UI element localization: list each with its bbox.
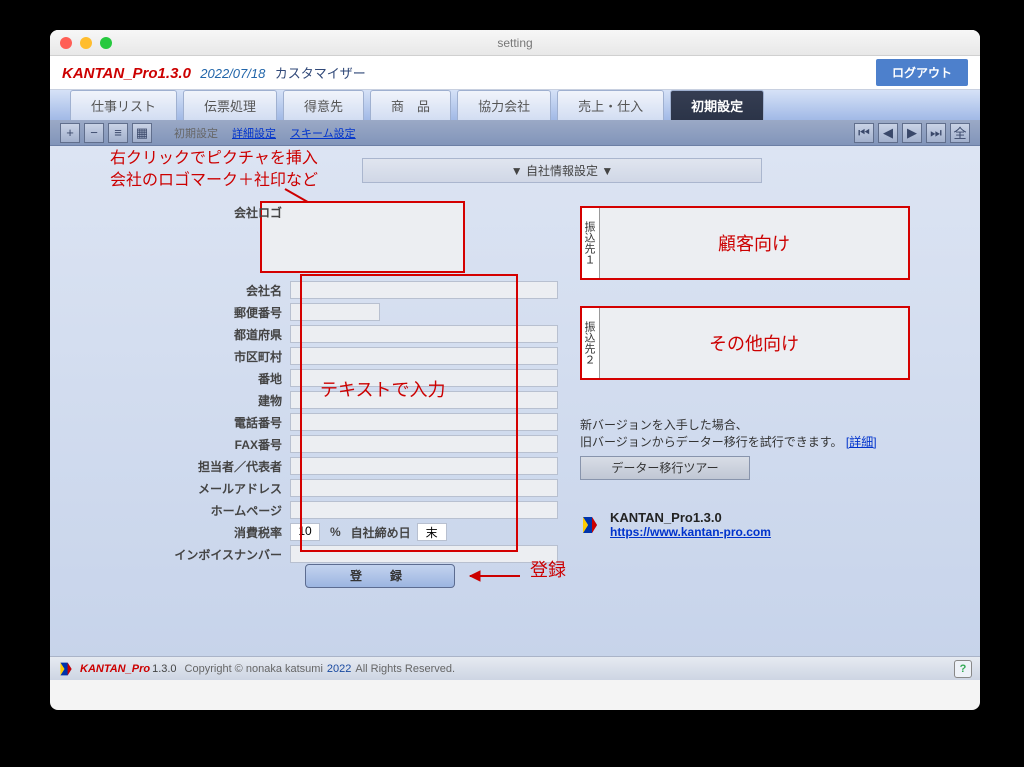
hp-label: ホームページ — [90, 502, 290, 519]
app-date: 2022/07/18 — [200, 66, 265, 81]
main-canvas: 右クリックでピクチャを挿入 会社のロゴマーク＋社印など ▼ 自社情報設定 ▼ 会… — [50, 146, 980, 680]
company-logo-field[interactable] — [260, 201, 465, 273]
toolbar-add-button[interactable]: + — [60, 123, 80, 143]
bank2-desc: その他向け — [600, 308, 908, 378]
tax-field[interactable]: 10 — [290, 523, 320, 541]
fax-field[interactable] — [290, 435, 558, 453]
footer: KANTAN_Pro 1.3.0 Copyright © nonaka kats… — [50, 656, 980, 680]
migration-info: 新バージョンを入手した場合、 旧バージョンからデーター移行を試行できます。 [詳… — [580, 416, 877, 539]
product-logo-icon — [580, 515, 600, 535]
toolbar-grid-button[interactable]: ▦ — [132, 123, 152, 143]
tab-slip[interactable]: 伝票処理 — [183, 90, 277, 120]
toolbar: + − ≡ ▦ 初期設定 詳細設定 スキーム設定 ⏮ ◀ ▶ ⏭ 全 — [50, 120, 980, 146]
footer-copy2: All Rights Reserved. — [355, 663, 455, 675]
product-url-link[interactable]: https://www.kantan-pro.com — [610, 525, 771, 539]
logo-label: 会社ロゴ — [90, 204, 290, 221]
breadcrumb: 初期設定 — [174, 125, 218, 141]
migration-line2: 旧バージョンからデーター移行を試行できます。 — [580, 435, 843, 449]
register-button[interactable]: 登 録 — [305, 564, 455, 588]
closing-field[interactable]: 末 — [417, 523, 447, 541]
footer-copy1: Copyright © nonaka katsumi — [185, 663, 323, 675]
tab-bar: 仕事リスト 伝票処理 得意先 商 品 協力会社 売上・仕入 初期設定 — [50, 90, 980, 120]
pref-label: 都道府県 — [90, 326, 290, 343]
addr-field[interactable] — [290, 369, 558, 387]
bank-slot-1[interactable]: 振込先１ 顧客向け — [580, 206, 910, 280]
migration-tour-button[interactable]: データー移行ツアー — [580, 456, 750, 480]
email-label: メールアドレス — [90, 480, 290, 497]
migration-detail-link[interactable]: [詳細] — [846, 435, 877, 449]
tax-unit: % — [330, 525, 341, 539]
postal-label: 郵便番号 — [90, 304, 290, 321]
footer-year: 2022 — [327, 663, 351, 675]
scheme-settings-link[interactable]: スキーム設定 — [290, 125, 356, 141]
footer-app: KANTAN_Pro — [80, 663, 150, 675]
app-subtitle: カスタマイザー — [275, 66, 366, 81]
tab-customer[interactable]: 得意先 — [283, 90, 364, 120]
postal-field[interactable] — [290, 303, 380, 321]
app-header: KANTAN_Pro1.3.0 2022/07/18 カスタマイザー ログアウト — [50, 56, 980, 90]
product-name: KANTAN_Pro1.3.0 — [610, 510, 771, 525]
tab-partner[interactable]: 協力会社 — [457, 90, 551, 120]
section-header[interactable]: ▼ 自社情報設定 ▼ — [362, 158, 762, 183]
addr-label: 番地 — [90, 370, 290, 387]
bank2-label: 振込先２ — [582, 308, 600, 378]
toolbar-remove-button[interactable]: − — [84, 123, 104, 143]
logout-button[interactable]: ログアウト — [876, 59, 968, 86]
closing-label: 自社締め日 — [351, 524, 411, 541]
tax-label: 消費税率 — [90, 524, 290, 541]
company-field[interactable] — [290, 281, 558, 299]
nav-first-button[interactable]: ⏮ — [854, 123, 874, 143]
company-form: 会社名 郵便番号 都道府県 市区町村 番地 建物 電話番号 FAX番号 担当者／… — [90, 279, 558, 565]
bank-slot-2[interactable]: 振込先２ その他向け — [580, 306, 910, 380]
tab-sales[interactable]: 売上・仕入 — [557, 90, 664, 120]
detail-settings-link[interactable]: 詳細設定 — [232, 125, 276, 141]
tel-field[interactable] — [290, 413, 558, 431]
nav-next-button[interactable]: ▶ — [902, 123, 922, 143]
building-label: 建物 — [90, 392, 290, 409]
app-title-block: KANTAN_Pro1.3.0 2022/07/18 カスタマイザー — [62, 63, 366, 82]
footer-logo-icon — [58, 661, 74, 677]
tab-product[interactable]: 商 品 — [370, 90, 451, 120]
bank1-desc: 顧客向け — [600, 208, 908, 278]
building-field[interactable] — [290, 391, 558, 409]
city-label: 市区町村 — [90, 348, 290, 365]
rep-field[interactable] — [290, 457, 558, 475]
bank1-label: 振込先１ — [582, 208, 600, 278]
app-window: setting KANTAN_Pro1.3.0 2022/07/18 カスタマイ… — [50, 30, 980, 710]
invoice-label: インボイスナンバー — [90, 546, 290, 563]
pref-field[interactable] — [290, 325, 558, 343]
nav-prev-button[interactable]: ◀ — [878, 123, 898, 143]
invoice-field[interactable] — [290, 545, 558, 563]
window-title: setting — [50, 36, 980, 50]
arrow-icon — [460, 562, 530, 590]
tab-settings[interactable]: 初期設定 — [670, 90, 764, 120]
toolbar-list-button[interactable]: ≡ — [108, 123, 128, 143]
tel-label: 電話番号 — [90, 414, 290, 431]
fax-label: FAX番号 — [90, 436, 290, 453]
email-field[interactable] — [290, 479, 558, 497]
nav-all-button[interactable]: 全 — [950, 123, 970, 143]
nav-last-button[interactable]: ⏭ — [926, 123, 946, 143]
hp-field[interactable] — [290, 501, 558, 519]
rep-label: 担当者／代表者 — [90, 458, 290, 475]
titlebar: setting — [50, 30, 980, 56]
footer-ver: 1.3.0 — [152, 663, 176, 675]
migration-line1: 新バージョンを入手した場合、 — [580, 416, 877, 433]
app-name: KANTAN_Pro1.3.0 — [62, 65, 191, 82]
help-button[interactable]: ? — [954, 660, 972, 678]
logo-hint-annotation: 右クリックでピクチャを挿入 会社のロゴマーク＋社印など — [110, 148, 318, 193]
city-field[interactable] — [290, 347, 558, 365]
product-info: KANTAN_Pro1.3.0 https://www.kantan-pro.c… — [580, 510, 877, 539]
company-label: 会社名 — [90, 282, 290, 299]
tab-job-list[interactable]: 仕事リスト — [70, 90, 177, 120]
